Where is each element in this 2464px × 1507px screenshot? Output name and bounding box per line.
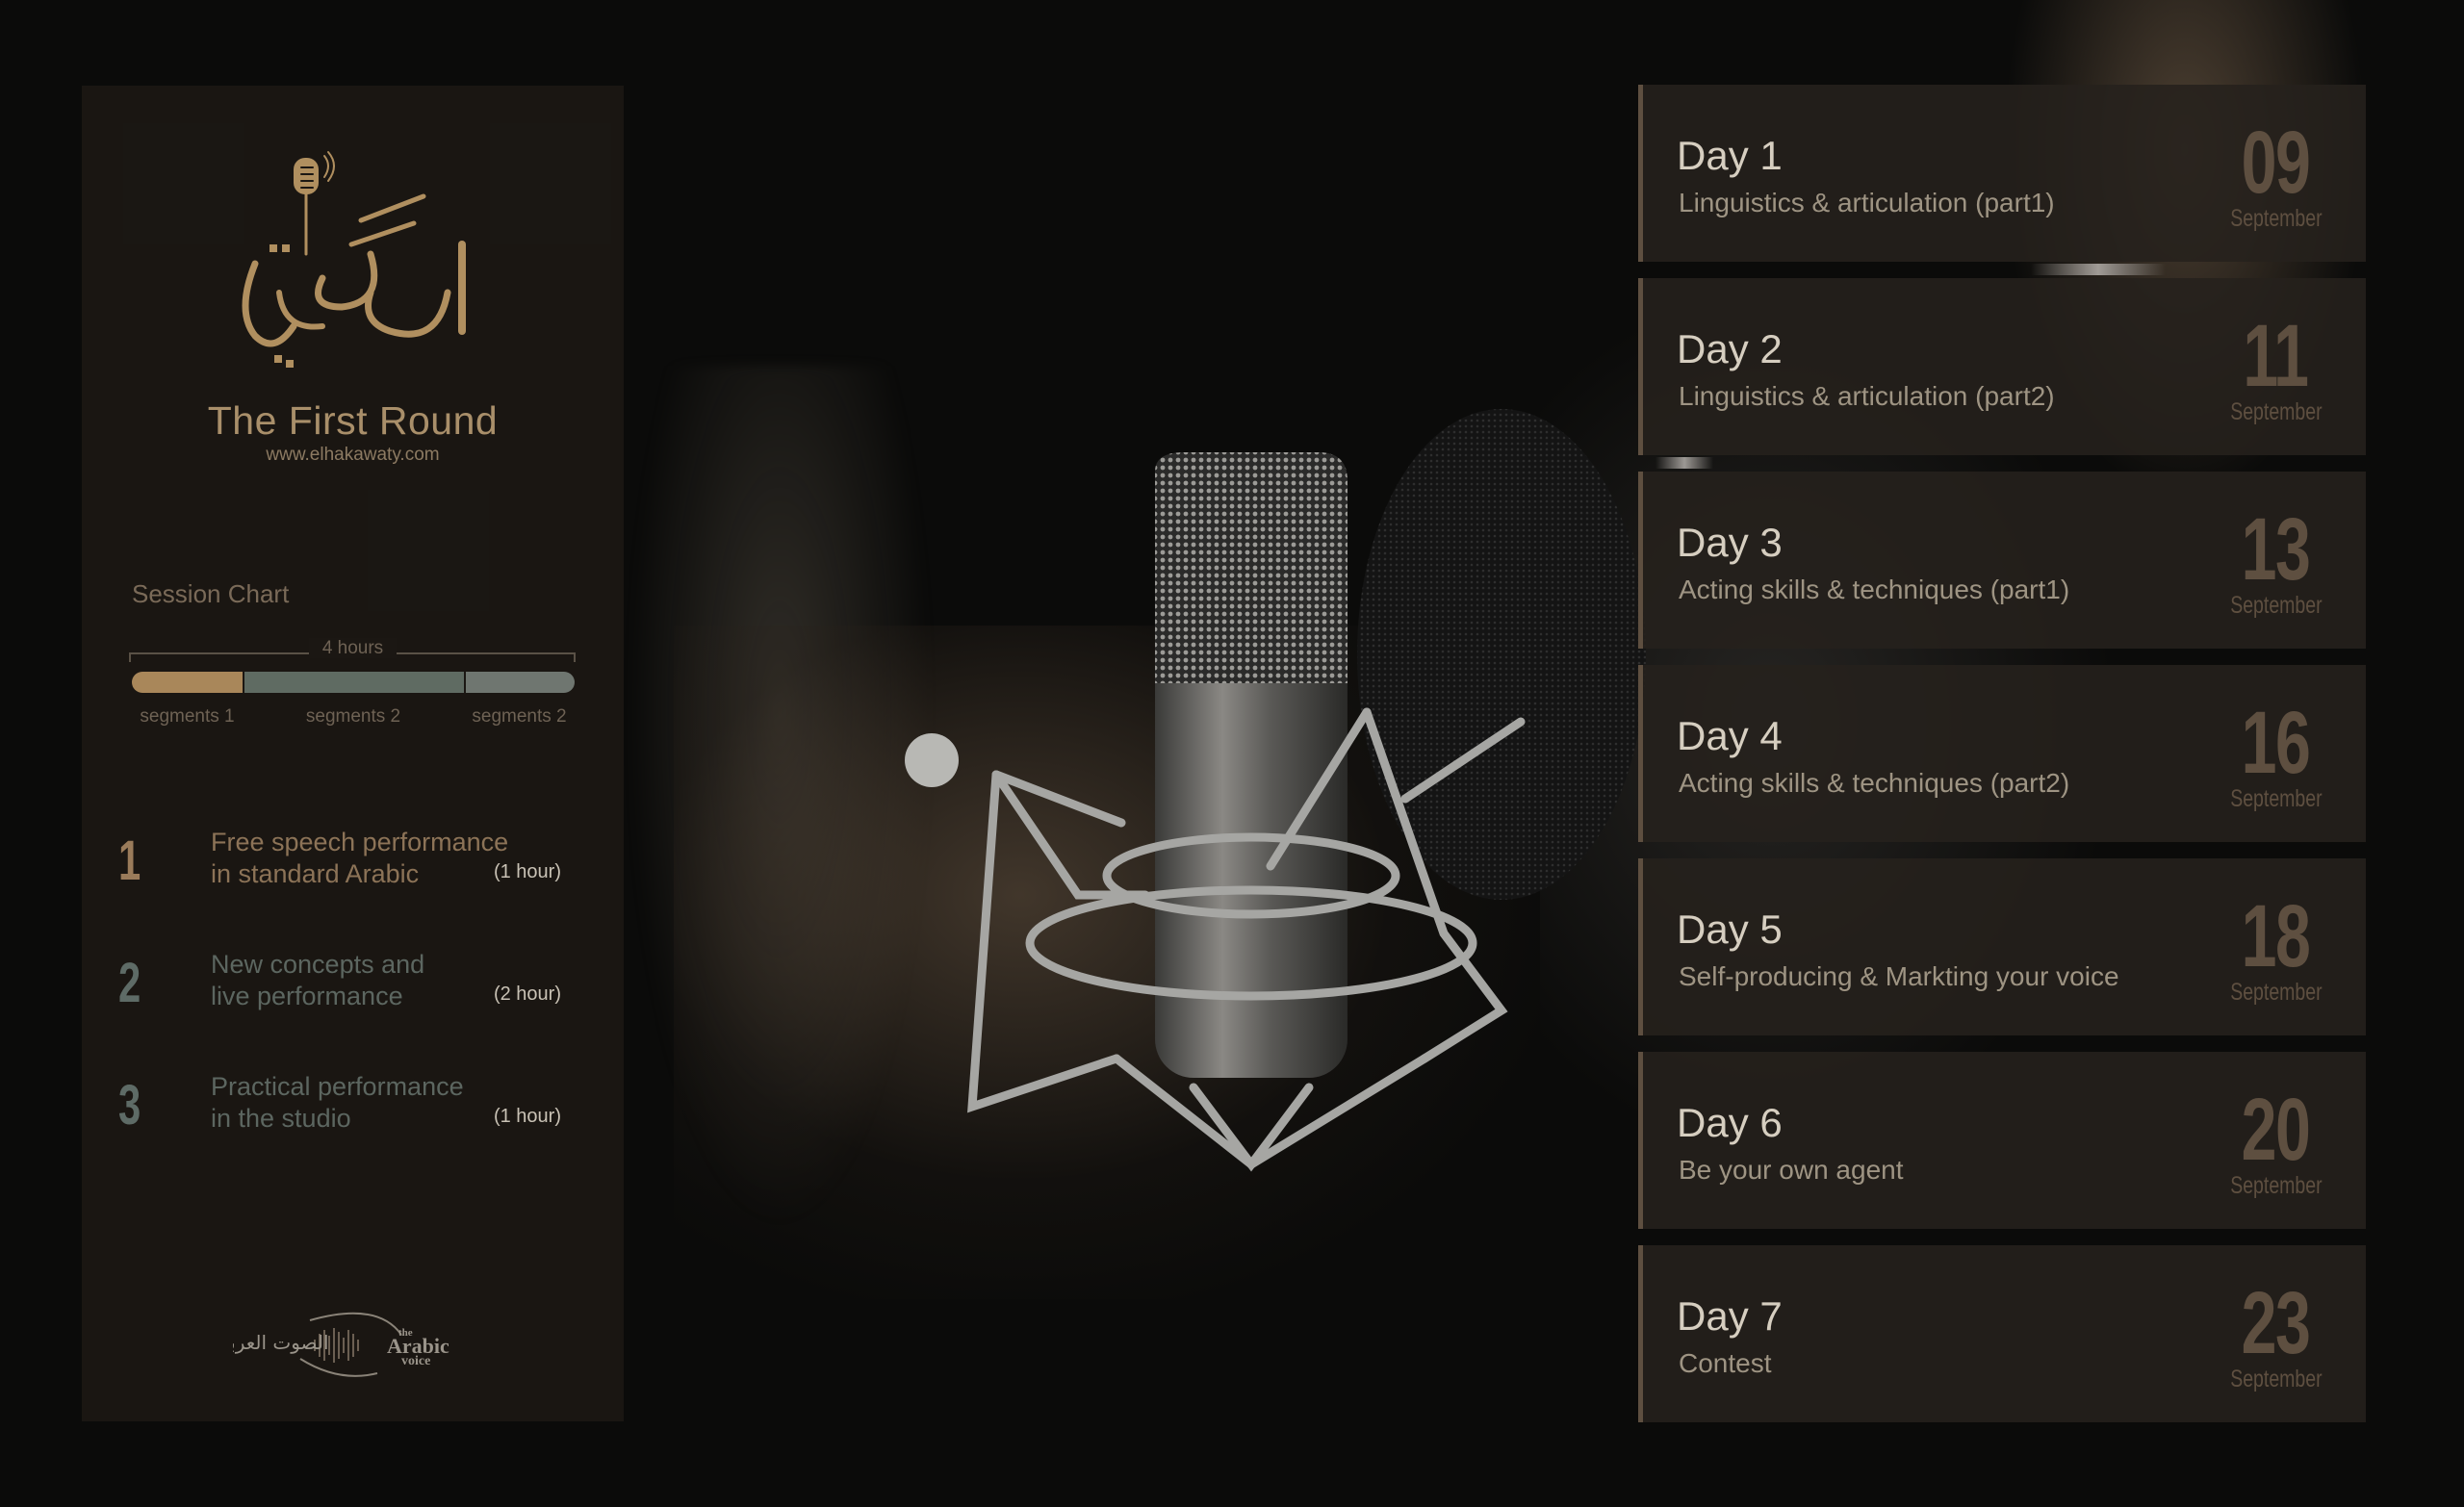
card-date-number: 09 bbox=[2241, 114, 2311, 212]
total-duration-label: 4 hours bbox=[308, 638, 398, 658]
program-title: The First Round bbox=[207, 398, 499, 443]
session-segments-bar bbox=[132, 672, 575, 693]
schedule-card-day-3[interactable]: Day 3 Acting skills & techniques (part1)… bbox=[1638, 472, 2366, 649]
segment-labels: segments 1 segments 2 segments 2 bbox=[132, 706, 575, 728]
session-item: 2 New concepts and live performance (2 h… bbox=[118, 949, 561, 1071]
pop-filter bbox=[1357, 409, 1646, 900]
session-duration: (1 hour) bbox=[493, 1106, 561, 1127]
schedule-card-day-7[interactable]: Day 7 Contest 23 September bbox=[1638, 1245, 2366, 1422]
session-title-line2: in the studio bbox=[211, 1104, 351, 1133]
card-topic: Linguistics & articulation (part1) bbox=[1679, 188, 2055, 217]
card-day-label: Day 4 bbox=[1677, 713, 1783, 758]
mic-grille bbox=[1155, 452, 1348, 683]
website-link[interactable]: www.elhakawaty.com bbox=[82, 445, 624, 466]
card-date-number: 11 bbox=[2243, 307, 2309, 405]
schedule-card-day-4[interactable]: Day 4 Acting skills & techniques (part2)… bbox=[1638, 665, 2366, 842]
card-date-month: September bbox=[2230, 979, 2323, 1006]
session-number: 1 bbox=[118, 830, 141, 892]
session-title-line2: in standard Arabic bbox=[211, 859, 420, 888]
card-day-label: Day 5 bbox=[1677, 907, 1783, 952]
session-duration: (2 hour) bbox=[493, 983, 561, 1005]
card-topic: Contest bbox=[1679, 1348, 1772, 1378]
card-day-label: Day 1 bbox=[1677, 133, 1783, 178]
session-title-line1: Free speech performance bbox=[211, 828, 509, 856]
card-topic: Linguistics & articulation (part2) bbox=[1679, 381, 2055, 411]
session-title-line1: Practical performance bbox=[211, 1072, 464, 1101]
card-date-month: September bbox=[2230, 592, 2323, 619]
studio-microphone-icon bbox=[905, 409, 1646, 1172]
card-day-label: Day 3 bbox=[1677, 520, 1783, 565]
card-date-number: 13 bbox=[2241, 500, 2311, 599]
schedule-card-day-6[interactable]: Day 6 Be your own agent 20 September bbox=[1638, 1052, 2366, 1229]
elhakawaty-logo-icon bbox=[242, 151, 466, 368]
card-topic: Acting skills & techniques (part2) bbox=[1679, 768, 2070, 798]
card-date-number: 20 bbox=[2241, 1081, 2311, 1179]
card-day-label: Day 2 bbox=[1677, 326, 1783, 371]
segment-bar-3 bbox=[464, 672, 575, 693]
card-date-number: 18 bbox=[2241, 887, 2311, 985]
card-topic: Be your own agent bbox=[1679, 1155, 1904, 1185]
card-date-month: September bbox=[2230, 1366, 2323, 1392]
schedule-card-day-5[interactable]: Day 5 Self-producing & Markting your voi… bbox=[1638, 858, 2366, 1035]
segment-label-3: segments 2 bbox=[472, 706, 567, 727]
session-list: 1 Free speech performance in standard Ar… bbox=[118, 827, 561, 1193]
session-number: 3 bbox=[118, 1074, 141, 1137]
card-date-month: September bbox=[2230, 785, 2323, 812]
session-number: 2 bbox=[118, 952, 141, 1014]
segment-label-1: segments 1 bbox=[140, 706, 235, 727]
sponsor-arabic: الصوت العربي bbox=[233, 1331, 329, 1355]
program-info-panel: The First Round www.elhakawaty.com Sessi… bbox=[82, 86, 624, 1421]
card-topic: Acting skills & techniques (part1) bbox=[1679, 575, 2070, 604]
mic-knob bbox=[905, 733, 959, 787]
card-topic: Self-producing & Markting your voice bbox=[1679, 961, 2119, 991]
segment-bar-1 bbox=[132, 672, 243, 693]
card-day-label: Day 6 bbox=[1677, 1100, 1783, 1145]
schedule-card-day-1[interactable]: Day 1 Linguistics & articulation (part1)… bbox=[1638, 85, 2366, 262]
session-title-line1: New concepts and bbox=[211, 950, 425, 979]
session-chart-title: Session Chart bbox=[132, 579, 290, 608]
schedule-list: Day 1 Linguistics & articulation (part1)… bbox=[1638, 85, 2366, 1439]
session-item: 3 Practical performance in the studio (1… bbox=[118, 1071, 561, 1193]
card-date-month: September bbox=[2230, 205, 2323, 232]
card-date-month: September bbox=[2230, 1172, 2323, 1199]
card-date-number: 16 bbox=[2241, 694, 2311, 792]
card-date-number: 23 bbox=[2241, 1274, 2311, 1372]
card-date-month: September bbox=[2230, 398, 2323, 425]
segment-label-2: segments 2 bbox=[305, 706, 401, 727]
segment-bar-2 bbox=[243, 672, 464, 693]
schedule-card-day-2[interactable]: Day 2 Linguistics & articulation (part2)… bbox=[1638, 278, 2366, 455]
arabic-voice-logo-icon: الصوت العربي the Arabic voice bbox=[233, 1312, 449, 1377]
svg-text:voice: voice bbox=[401, 1354, 430, 1368]
card-day-label: Day 7 bbox=[1677, 1293, 1783, 1339]
session-duration: (1 hour) bbox=[493, 861, 561, 882]
session-title-line2: live performance bbox=[211, 982, 403, 1010]
session-item: 1 Free speech performance in standard Ar… bbox=[118, 827, 561, 949]
